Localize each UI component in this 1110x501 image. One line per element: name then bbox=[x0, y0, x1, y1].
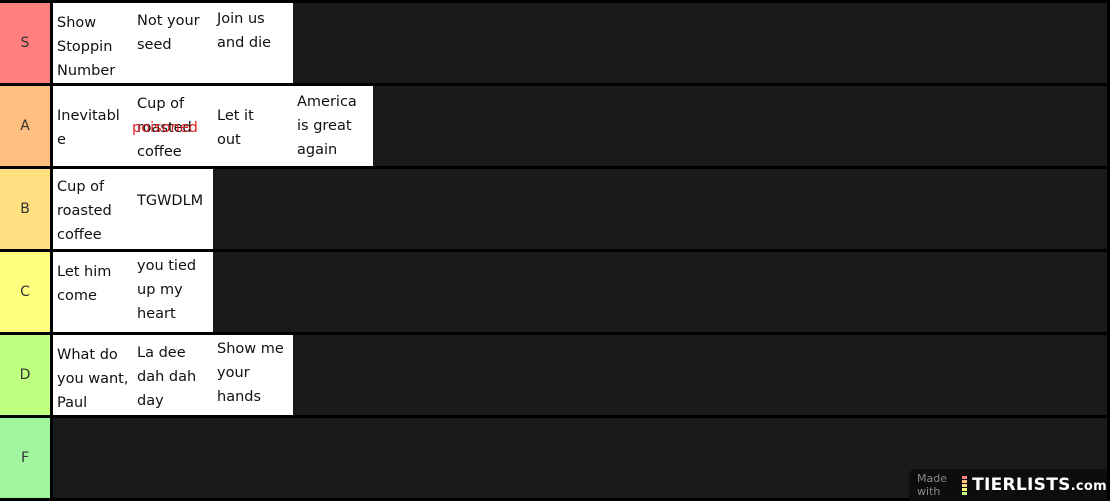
tier-item[interactable]: Cup of roasted coffee bbox=[53, 169, 133, 249]
tier-row-c: C Let him come you tied up my heart bbox=[0, 252, 1107, 332]
tier-item[interactable]: you tied up my heart bbox=[133, 252, 213, 332]
tier-label[interactable]: C bbox=[0, 252, 50, 332]
tier-item-text: Inevitabl e bbox=[57, 108, 120, 148]
tier-label[interactable]: F bbox=[0, 418, 50, 498]
tier-item[interactable]: La dee dah dah day bbox=[133, 335, 213, 415]
tier-item-text: Not your seed bbox=[137, 13, 200, 53]
tier-item[interactable]: Let him come bbox=[53, 252, 133, 332]
tier-item[interactable]: Let it out bbox=[213, 86, 293, 166]
tier-items-dropzone[interactable]: Cup of roasted coffee TGWDLM bbox=[53, 169, 1107, 249]
tier-items-dropzone[interactable]: Let him come you tied up my heart bbox=[53, 252, 1107, 332]
tier-label[interactable]: A bbox=[0, 86, 50, 166]
tier-item-text: America is great again bbox=[297, 94, 357, 158]
tier-item-text: Let it out bbox=[217, 108, 254, 148]
tier-row-s: S Show Stoppin Number Not your seed Join us… bbox=[0, 3, 1107, 83]
tier-item-text: Let him come bbox=[57, 264, 112, 304]
made-with-label: Made with bbox=[917, 472, 947, 498]
tier-label[interactable]: S bbox=[0, 3, 50, 83]
tier-item[interactable]: Show Stoppin Number bbox=[53, 3, 133, 83]
tier-item-text: TGWDLM bbox=[137, 193, 204, 209]
tier-row-d: D What do you want, Paul La dee dah dah da… bbox=[0, 335, 1107, 415]
tier-item[interactable]: Cup of roasted coffee poisoned bbox=[133, 86, 213, 166]
tier-item[interactable]: Join us and die bbox=[213, 3, 293, 83]
tier-item-text: Cup of roasted coffee bbox=[57, 179, 112, 243]
tier-items-dropzone[interactable]: Show Stoppin Number Not your seed Join us … bbox=[53, 3, 1107, 83]
tier-label[interactable]: D bbox=[0, 335, 50, 415]
tier-item[interactable]: TGWDLM bbox=[133, 169, 213, 249]
tier-item-text: Show me your hands bbox=[217, 341, 284, 405]
logo-bar bbox=[962, 487, 968, 491]
tier-item-text: Show Stoppin Number bbox=[57, 15, 116, 79]
tier-item[interactable]: America is great again bbox=[293, 86, 373, 166]
brand-name: TIERLISTS.com bbox=[972, 475, 1107, 495]
tierlists-logo-icon bbox=[962, 475, 968, 495]
tier-item-overlay-text: poisoned bbox=[133, 120, 198, 136]
tier-item-text: Join us and die bbox=[217, 11, 272, 51]
logo-bar bbox=[962, 483, 968, 487]
tier-item[interactable]: Show me your hands bbox=[213, 335, 293, 415]
tier-item[interactable]: Inevitabl e bbox=[53, 86, 133, 166]
watermark[interactable]: Made with TIERLISTS.com bbox=[909, 469, 1107, 501]
logo-bar bbox=[962, 479, 968, 483]
tier-items-dropzone[interactable]: What do you want, Paul La dee dah dah day… bbox=[53, 335, 1107, 415]
tier-item[interactable]: Not your seed bbox=[133, 3, 213, 83]
tier-item-text: you tied up my heart bbox=[137, 258, 197, 322]
tier-list-board: S Show Stoppin Number Not your seed Join us… bbox=[0, 0, 1107, 501]
tier-items-dropzone[interactable]: Inevitabl e Cup of roasted coffee poisone… bbox=[53, 86, 1107, 166]
logo-bar bbox=[962, 491, 968, 495]
tier-item-text: What do you want, Paul bbox=[57, 347, 129, 411]
tier-row-a: A Inevitabl e Cup of roasted coffee poiso… bbox=[0, 86, 1107, 166]
tier-label[interactable]: B bbox=[0, 169, 50, 249]
tier-row-b: B Cup of roasted coffee TGWDLM bbox=[0, 169, 1107, 249]
tier-item[interactable]: What do you want, Paul bbox=[53, 335, 133, 415]
logo-bar bbox=[962, 475, 968, 479]
tier-item-text: La dee dah dah day bbox=[137, 345, 197, 409]
